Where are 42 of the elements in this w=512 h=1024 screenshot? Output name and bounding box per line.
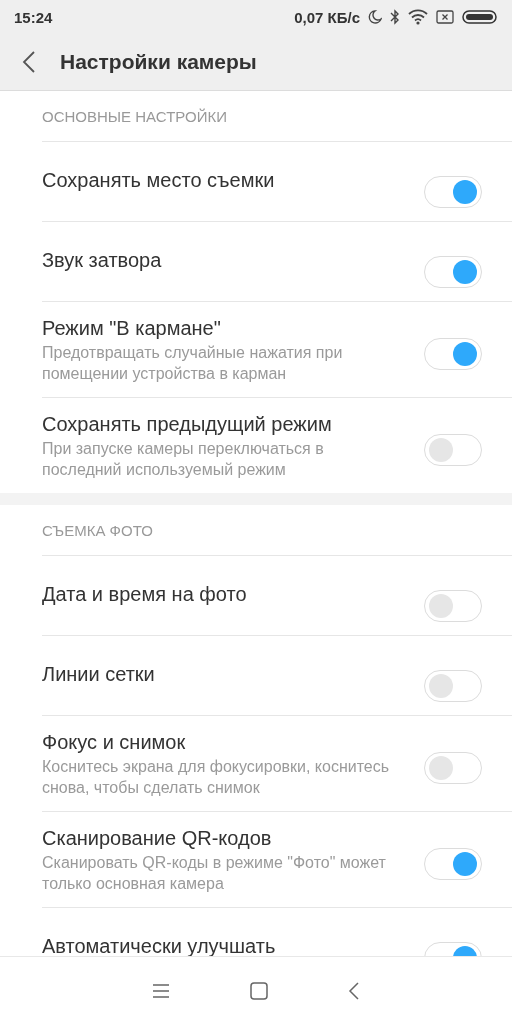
setting-title: Режим "В кармане" (42, 316, 222, 340)
toggle-switch[interactable] (424, 337, 482, 370)
section-header: ОСНОВНЫЕ НАСТРОЙКИ (42, 107, 227, 125)
bluetooth-icon (390, 9, 400, 25)
settings-row[interactable]: Линии сетки (42, 635, 512, 715)
toggle-switch[interactable] (424, 175, 482, 208)
moon-icon (368, 9, 382, 25)
back-icon[interactable] (22, 50, 36, 74)
settings-row[interactable]: Режим "В кармане" Предотвращать случайные нажатия при помещении устройства в карман (42, 301, 512, 397)
network-speed: 0,07 КБ/с (294, 8, 360, 26)
battery-icon (462, 9, 498, 25)
setting-title: Сканирование QR-кодов (42, 826, 273, 850)
setting-description: Сканировать QR-коды в режиме "Фото" может только основная камера (42, 853, 387, 894)
setting-title: Сохранять предыдущий режим (42, 412, 333, 436)
settings-row[interactable]: Сохранять предыдущий режим При запуске камеры переключаться в последний используемый режим (42, 397, 512, 493)
setting-title: Линии сетки (42, 662, 156, 686)
section-header: СЪЕМКА ФОТО (42, 521, 153, 539)
toggle-switch[interactable] (424, 589, 482, 622)
no-sim-icon (436, 9, 454, 25)
toggle-switch[interactable] (424, 255, 482, 288)
settings-row[interactable]: Сохранять место съемки (42, 141, 512, 221)
setting-description: При запуске камеры переключаться в последний используемый режим (42, 439, 325, 480)
setting-description: Коснитесь экрана для фокусировки, коснитесь снова, чтобы сделать снимок (42, 757, 391, 798)
page-title: Настройки камеры (59, 50, 257, 74)
setting-title: Сохранять место съемки (42, 168, 276, 192)
toggle-switch[interactable] (424, 847, 482, 880)
setting-title: Дата и время на фото (42, 582, 248, 606)
settings-row[interactable]: Сканирование QR-кодов Сканировать QR-коды в режиме "Фото" может только основная камера (42, 811, 512, 907)
setting-description: Предотвращать случайные нажатия при помещении устройства в карман (42, 343, 344, 384)
setting-title: Фокус и снимок (42, 730, 187, 754)
home-icon[interactable] (250, 981, 268, 1000)
settings-row[interactable]: Дата и время на фото (42, 555, 512, 635)
menu-icon[interactable] (152, 983, 170, 998)
settings-row[interactable]: Звук затвора (42, 221, 512, 301)
status-time: 15:24 (14, 8, 53, 26)
wifi-icon (408, 9, 428, 25)
settings-row[interactable]: Фокус и снимок Коснитесь экрана для фокусировки, коснитесь снова, чтобы сделать снимок (42, 715, 512, 811)
toggle-switch[interactable] (424, 669, 482, 702)
back-icon[interactable] (348, 981, 360, 1000)
toggle-switch[interactable] (424, 433, 482, 466)
setting-title: Звук затвора (42, 248, 163, 272)
toggle-switch[interactable] (424, 751, 482, 784)
